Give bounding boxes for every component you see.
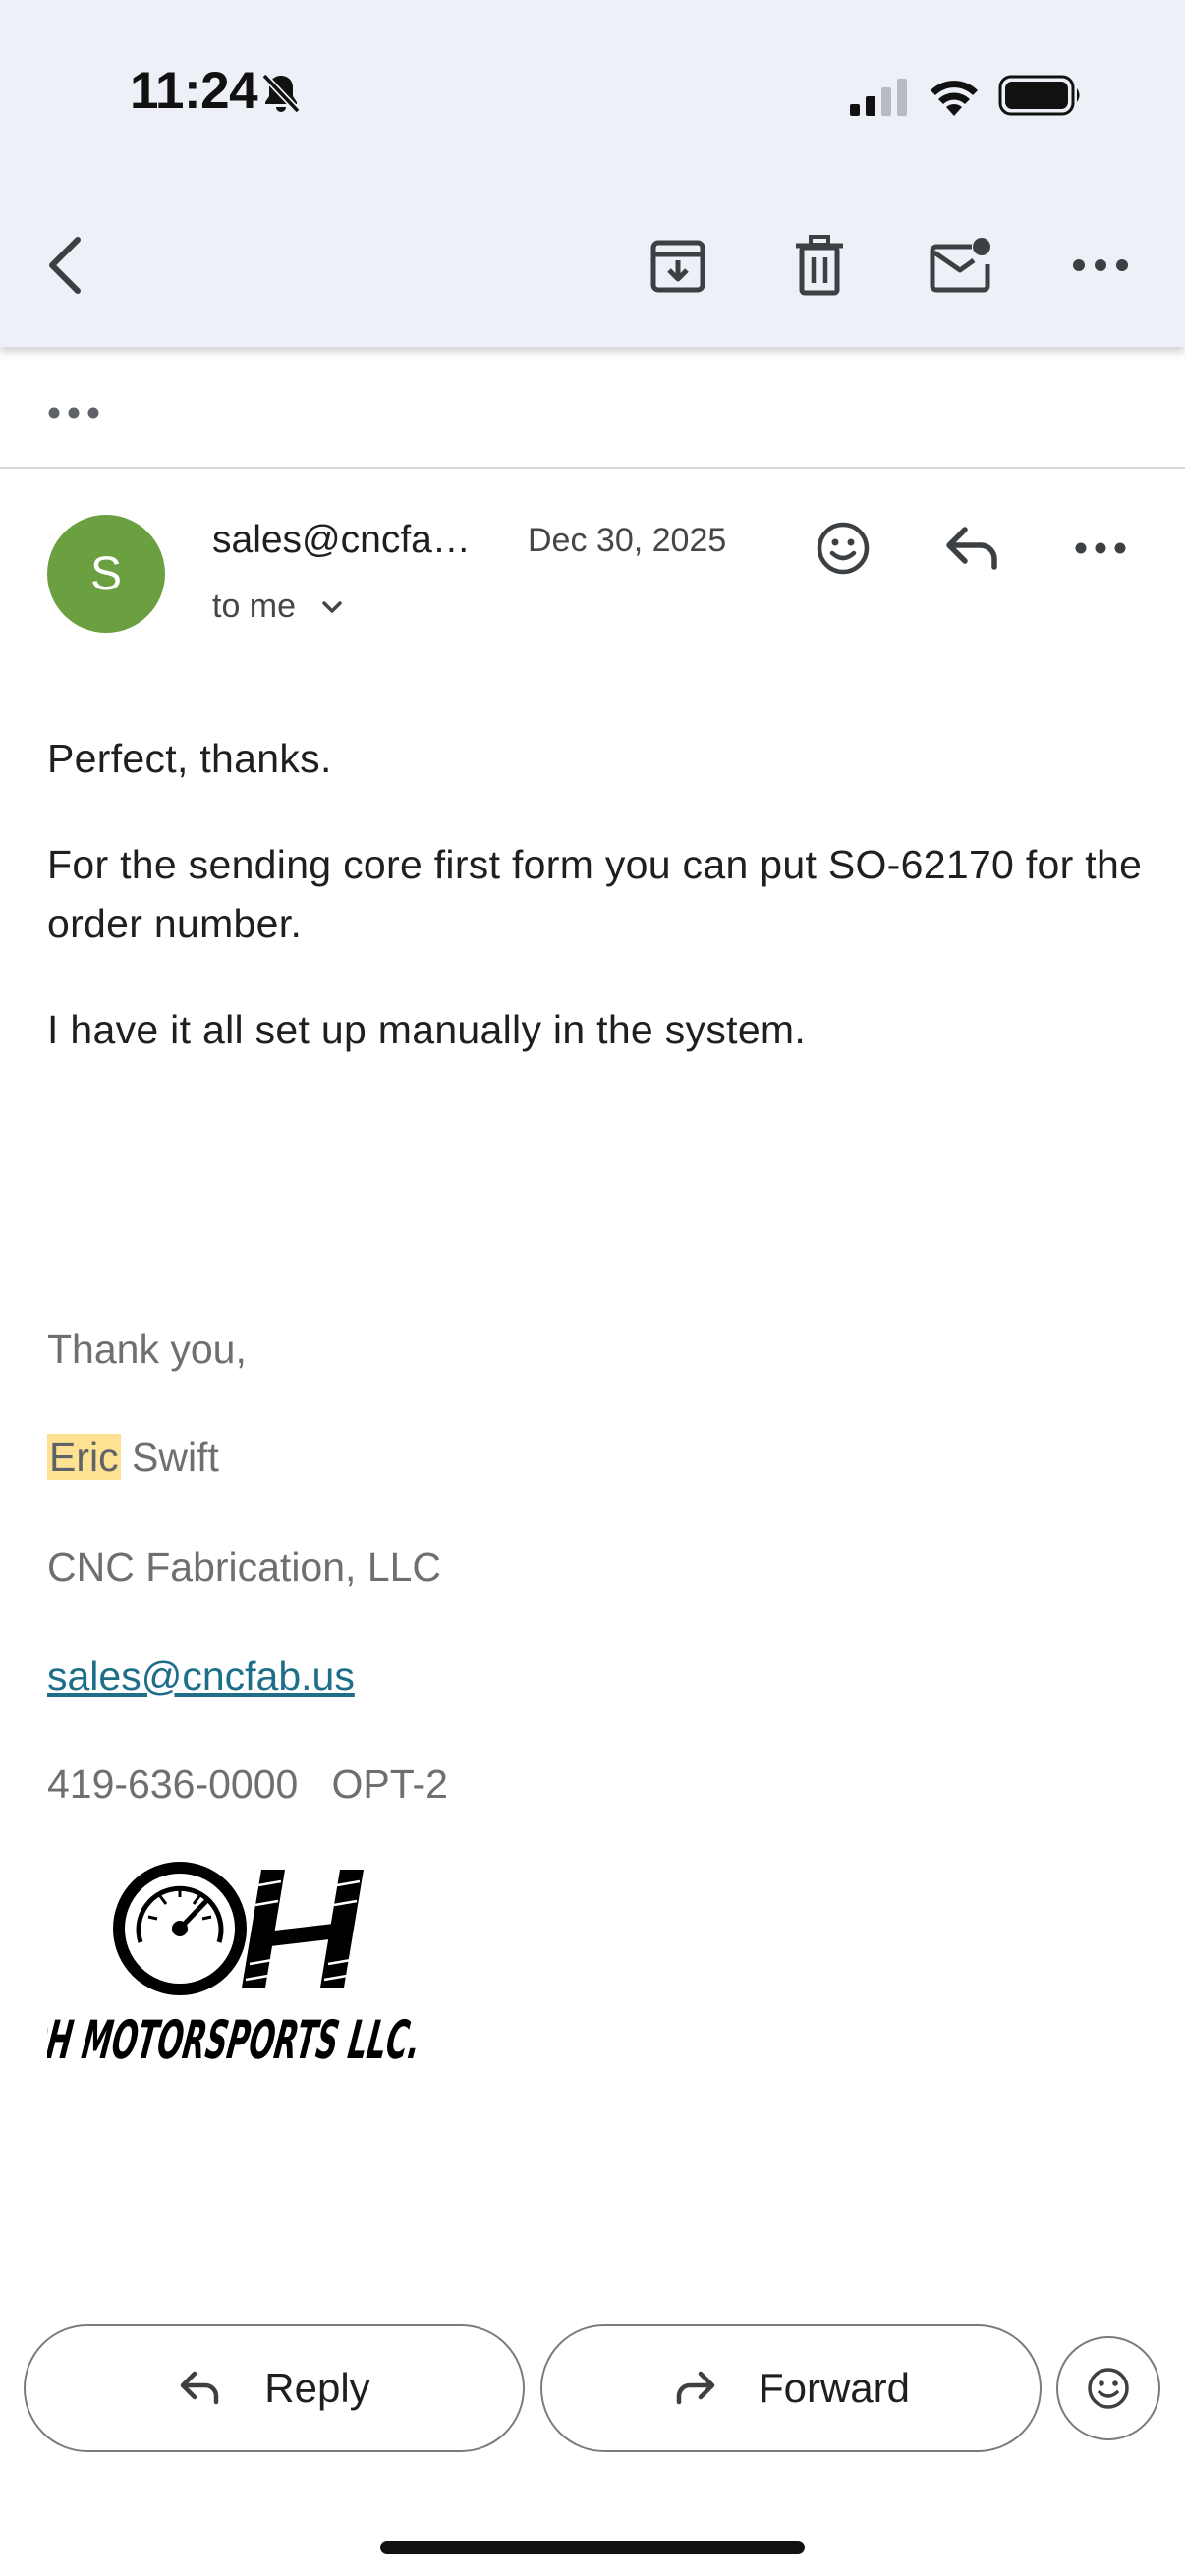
collapsed-messages-row[interactable] bbox=[0, 349, 1185, 469]
signature-name: Eric Swift bbox=[47, 1434, 219, 1481]
more-horizontal-icon bbox=[1073, 259, 1128, 271]
reply-icon bbox=[946, 527, 997, 570]
logo-text: OH MOTORSPORTS LLC. bbox=[47, 2009, 424, 2071]
back-button[interactable] bbox=[26, 226, 104, 305]
forward-label: Forward bbox=[758, 2365, 911, 2411]
add-reaction-button[interactable] bbox=[804, 509, 882, 588]
more-horizontal-icon bbox=[1075, 542, 1126, 554]
status-time: 11:24 bbox=[130, 62, 258, 120]
reply-button[interactable]: Reply bbox=[24, 2324, 525, 2452]
signature-closing: Thank you, bbox=[47, 1326, 247, 1372]
status-bar: 11:24 bbox=[0, 0, 1185, 196]
back-icon bbox=[49, 237, 81, 294]
signature-company: CNC Fabrication, LLC bbox=[47, 1544, 442, 1590]
react-button[interactable] bbox=[1056, 2336, 1160, 2440]
reply-icon bbox=[181, 2371, 219, 2405]
trash-icon bbox=[796, 235, 843, 296]
recipient-details-toggle[interactable]: to me bbox=[212, 588, 347, 626]
emoji-icon bbox=[817, 522, 870, 575]
mark-unread-icon bbox=[930, 238, 990, 293]
wifi-icon bbox=[931, 81, 978, 116]
archive-icon bbox=[650, 240, 705, 293]
oh-motorsports-logo: OH MOTORSPORTS LLC. bbox=[47, 1862, 424, 2071]
more-horizontal-icon bbox=[48, 407, 99, 419]
chevron-down-icon bbox=[322, 600, 342, 613]
body-paragraph: I have it all set up manually in the sys… bbox=[47, 1007, 807, 1052]
more-options-button[interactable] bbox=[1061, 226, 1140, 305]
battery-icon bbox=[998, 75, 1080, 116]
forward-icon bbox=[676, 2371, 715, 2405]
body-paragraph: Perfect, thanks. bbox=[47, 736, 332, 781]
message-more-button[interactable] bbox=[1061, 509, 1140, 588]
recipient-label: to me bbox=[212, 588, 297, 625]
emoji-icon bbox=[1088, 2368, 1129, 2409]
home-indicator[interactable] bbox=[380, 2541, 805, 2554]
delete-button[interactable] bbox=[780, 226, 859, 305]
signature-email-link[interactable]: sales@cncfab.us bbox=[47, 1653, 355, 1700]
body-paragraph: For the sending core first form you can … bbox=[47, 842, 1143, 946]
forward-button[interactable]: Forward bbox=[540, 2324, 1042, 2452]
cellular-signal-icon bbox=[850, 79, 907, 116]
mark-unread-button[interactable] bbox=[922, 226, 1000, 305]
message-date: Dec 30, 2025 bbox=[528, 522, 727, 559]
reply-button-header[interactable] bbox=[933, 509, 1012, 588]
top-app-bar: 11:24 bbox=[0, 0, 1185, 347]
bell-muted-icon bbox=[261, 73, 301, 114]
signature-phone[interactable]: 419-636-0000 OPT-2 bbox=[47, 1762, 448, 1808]
archive-button[interactable] bbox=[639, 226, 717, 305]
show-earlier-messages[interactable] bbox=[47, 393, 106, 432]
highlighted-first-name: Eric bbox=[47, 1434, 121, 1480]
sender-name[interactable]: sales@cncfa… bbox=[212, 519, 471, 562]
signature-last-name: Swift bbox=[120, 1434, 219, 1480]
sender-avatar[interactable]: S bbox=[47, 515, 165, 633]
reply-label: Reply bbox=[264, 2365, 370, 2411]
